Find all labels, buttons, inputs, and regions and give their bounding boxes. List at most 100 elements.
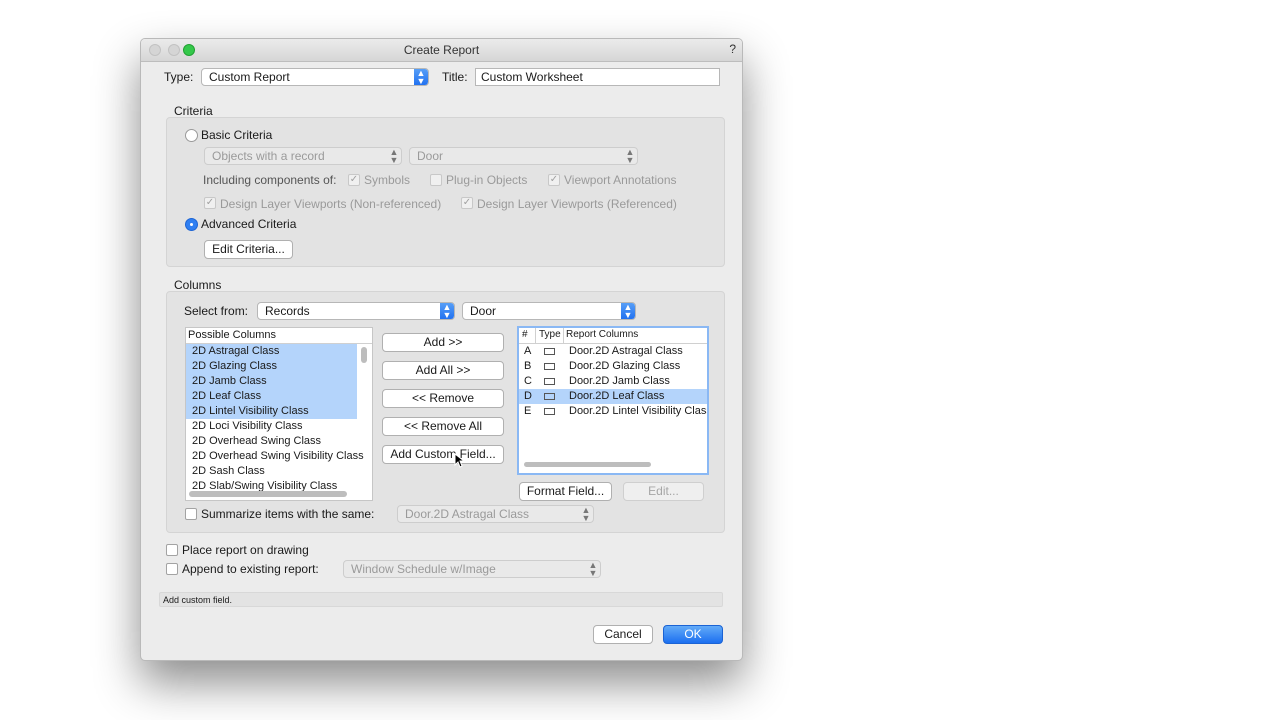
report-columns-rows: A Door.2D Astragal Class B Door.2D Glazing … [519,344,707,419]
advanced-criteria-label: Advanced Criteria [201,217,297,231]
window-title: Create Report [403,43,480,57]
table-row[interactable]: B Door.2D Glazing Class [519,359,707,374]
list-item[interactable]: 2D Overhead Swing Visibility Class [186,449,364,464]
ok-button[interactable]: OK [663,625,723,644]
chevron-updown-icon: ▲ ▼ [625,147,635,165]
basic-criteria-radio[interactable] [185,129,198,142]
symbols-checkbox[interactable]: ✓ [348,174,360,186]
columns-record-popup[interactable]: Door ▲ ▼ [462,302,636,320]
add-button[interactable]: Add >> [382,333,504,352]
possible-columns-header: Possible Columns [188,329,277,341]
criteria-record-popup[interactable]: Door ▲ ▼ [409,147,638,165]
list-item[interactable]: 2D Astragal Class [186,344,357,359]
edit-button[interactable]: Edit... [623,482,704,501]
list-item[interactable]: 2D Sash Class [186,464,357,479]
create-report-dialog: Create Report ? Type: Custom Report ▲ ▼ T… [140,38,743,661]
table-row[interactable]: E Door.2D Lintel Visibility Class [519,404,707,419]
select-from-popup[interactable]: Records ▲ ▼ [257,302,455,320]
report-header-name: Report Columns [566,329,639,340]
horizontal-scrollbar-thumb[interactable] [189,491,347,497]
report-row-id: E [524,405,532,417]
criteria-heading: Criteria [174,104,213,118]
type-popup[interactable]: Custom Report ▲ ▼ [201,68,429,86]
dlv-ref-label: Design Layer Viewports (Referenced) [477,197,677,211]
field-type-icon [544,408,555,415]
chevron-updown-icon: ▲ ▼ [414,69,428,85]
remove-button[interactable]: << Remove [382,389,504,408]
report-columns-list[interactable]: # Type Report Columns A Door.2D Astragal … [517,326,709,475]
list-item[interactable]: 2D Leaf Class [186,389,357,404]
field-type-icon [544,348,555,355]
append-report-popup-value: Window Schedule w/Image [351,562,496,576]
symbols-label: Symbols [364,173,411,187]
vertical-scrollbar-thumb[interactable] [361,347,367,363]
report-row-name: Door.2D Astragal Class [569,345,683,357]
list-item[interactable]: 2D Lintel Visibility Class [186,404,357,419]
chevron-updown-icon: ▲ ▼ [621,303,635,319]
plugin-objects-label: Plug-in Objects [446,173,528,187]
cancel-button[interactable]: Cancel [593,625,653,644]
type-label: Type: [164,70,194,84]
append-report-popup[interactable]: Window Schedule w/Image ▲ ▼ [343,560,601,578]
list-item[interactable]: 2D Overhead Swing Class [186,434,357,449]
summarize-label: Summarize items with the same: [201,507,375,521]
dlv-ref-checkbox[interactable]: ✓ [461,197,473,209]
list-item[interactable]: 2D Glazing Class [186,359,357,374]
report-row-id: D [524,390,532,402]
edit-criteria-button[interactable]: Edit Criteria... [204,240,293,259]
table-row[interactable]: A Door.2D Astragal Class [519,344,707,359]
header-divider [563,328,564,343]
table-row[interactable]: C Door.2D Jamb Class [519,374,707,389]
table-row[interactable]: D Door.2D Leaf Class [519,389,707,404]
chevron-updown-icon: ▲ ▼ [440,303,454,319]
title-input[interactable]: Custom Worksheet [475,68,720,86]
status-bar: Add custom field. [159,592,723,607]
title-bar[interactable]: Create Report ? [141,39,742,62]
remove-all-button[interactable]: << Remove All [382,417,504,436]
field-type-icon [544,363,555,370]
chevron-updown-icon: ▲ ▼ [581,505,591,523]
place-report-checkbox[interactable] [166,544,178,556]
report-row-name: Door.2D Leaf Class [569,390,665,402]
add-all-button[interactable]: Add All >> [382,361,504,380]
viewport-annotations-checkbox[interactable]: ✓ [548,174,560,186]
report-row-name: Door.2D Glazing Class [569,360,681,372]
report-row-name: Door.2D Jamb Class [569,375,670,387]
criteria-record-popup-value: Door [417,149,444,163]
field-type-icon [544,393,555,400]
select-from-popup-value: Records [265,304,310,318]
possible-columns-list[interactable]: Possible Columns 2D Astragal Class 2D Gla… [185,327,373,501]
select-from-label: Select from: [184,304,249,318]
format-field-button[interactable]: Format Field... [519,482,612,501]
list-item[interactable]: 2D Loci Visibility Class [186,419,357,434]
report-row-id: A [524,345,532,357]
summarize-checkbox[interactable] [185,508,197,520]
summarize-popup[interactable]: Door.2D Astragal Class ▲ ▼ [397,505,594,523]
plugin-objects-checkbox[interactable] [430,174,442,186]
place-report-label: Place report on drawing [182,543,309,557]
report-row-id: C [524,375,532,387]
objects-popup-value: Objects with a record [212,149,325,163]
horizontal-scrollbar-thumb[interactable] [524,462,651,467]
advanced-criteria-radio[interactable] [185,218,198,231]
columns-heading: Columns [174,278,222,292]
add-custom-field-button[interactable]: Add Custom Field... [382,445,504,464]
status-text: Add custom field. [163,595,233,605]
dlv-nonref-checkbox[interactable]: ✓ [204,197,216,209]
summarize-popup-value: Door.2D Astragal Class [405,507,530,521]
basic-criteria-label: Basic Criteria [201,128,273,142]
report-row-id: B [524,360,532,372]
mouse-cursor-icon [454,453,464,468]
report-row-name: Door.2D Lintel Visibility Class [569,405,709,417]
objects-popup[interactable]: Objects with a record ▲ ▼ [204,147,402,165]
help-icon[interactable]: ? [729,42,736,56]
type-popup-value: Custom Report [209,70,290,84]
header-divider [535,328,536,343]
columns-record-popup-value: Door [470,304,497,318]
possible-columns-rows: 2D Astragal Class 2D Glazing Class 2D Jamb… [186,344,364,494]
report-header-type: Type [539,329,561,340]
append-report-checkbox[interactable] [166,563,178,575]
list-item[interactable]: 2D Jamb Class [186,374,357,389]
title-label: Title: [442,70,468,84]
viewport-annotations-label: Viewport Annotations [564,173,677,187]
